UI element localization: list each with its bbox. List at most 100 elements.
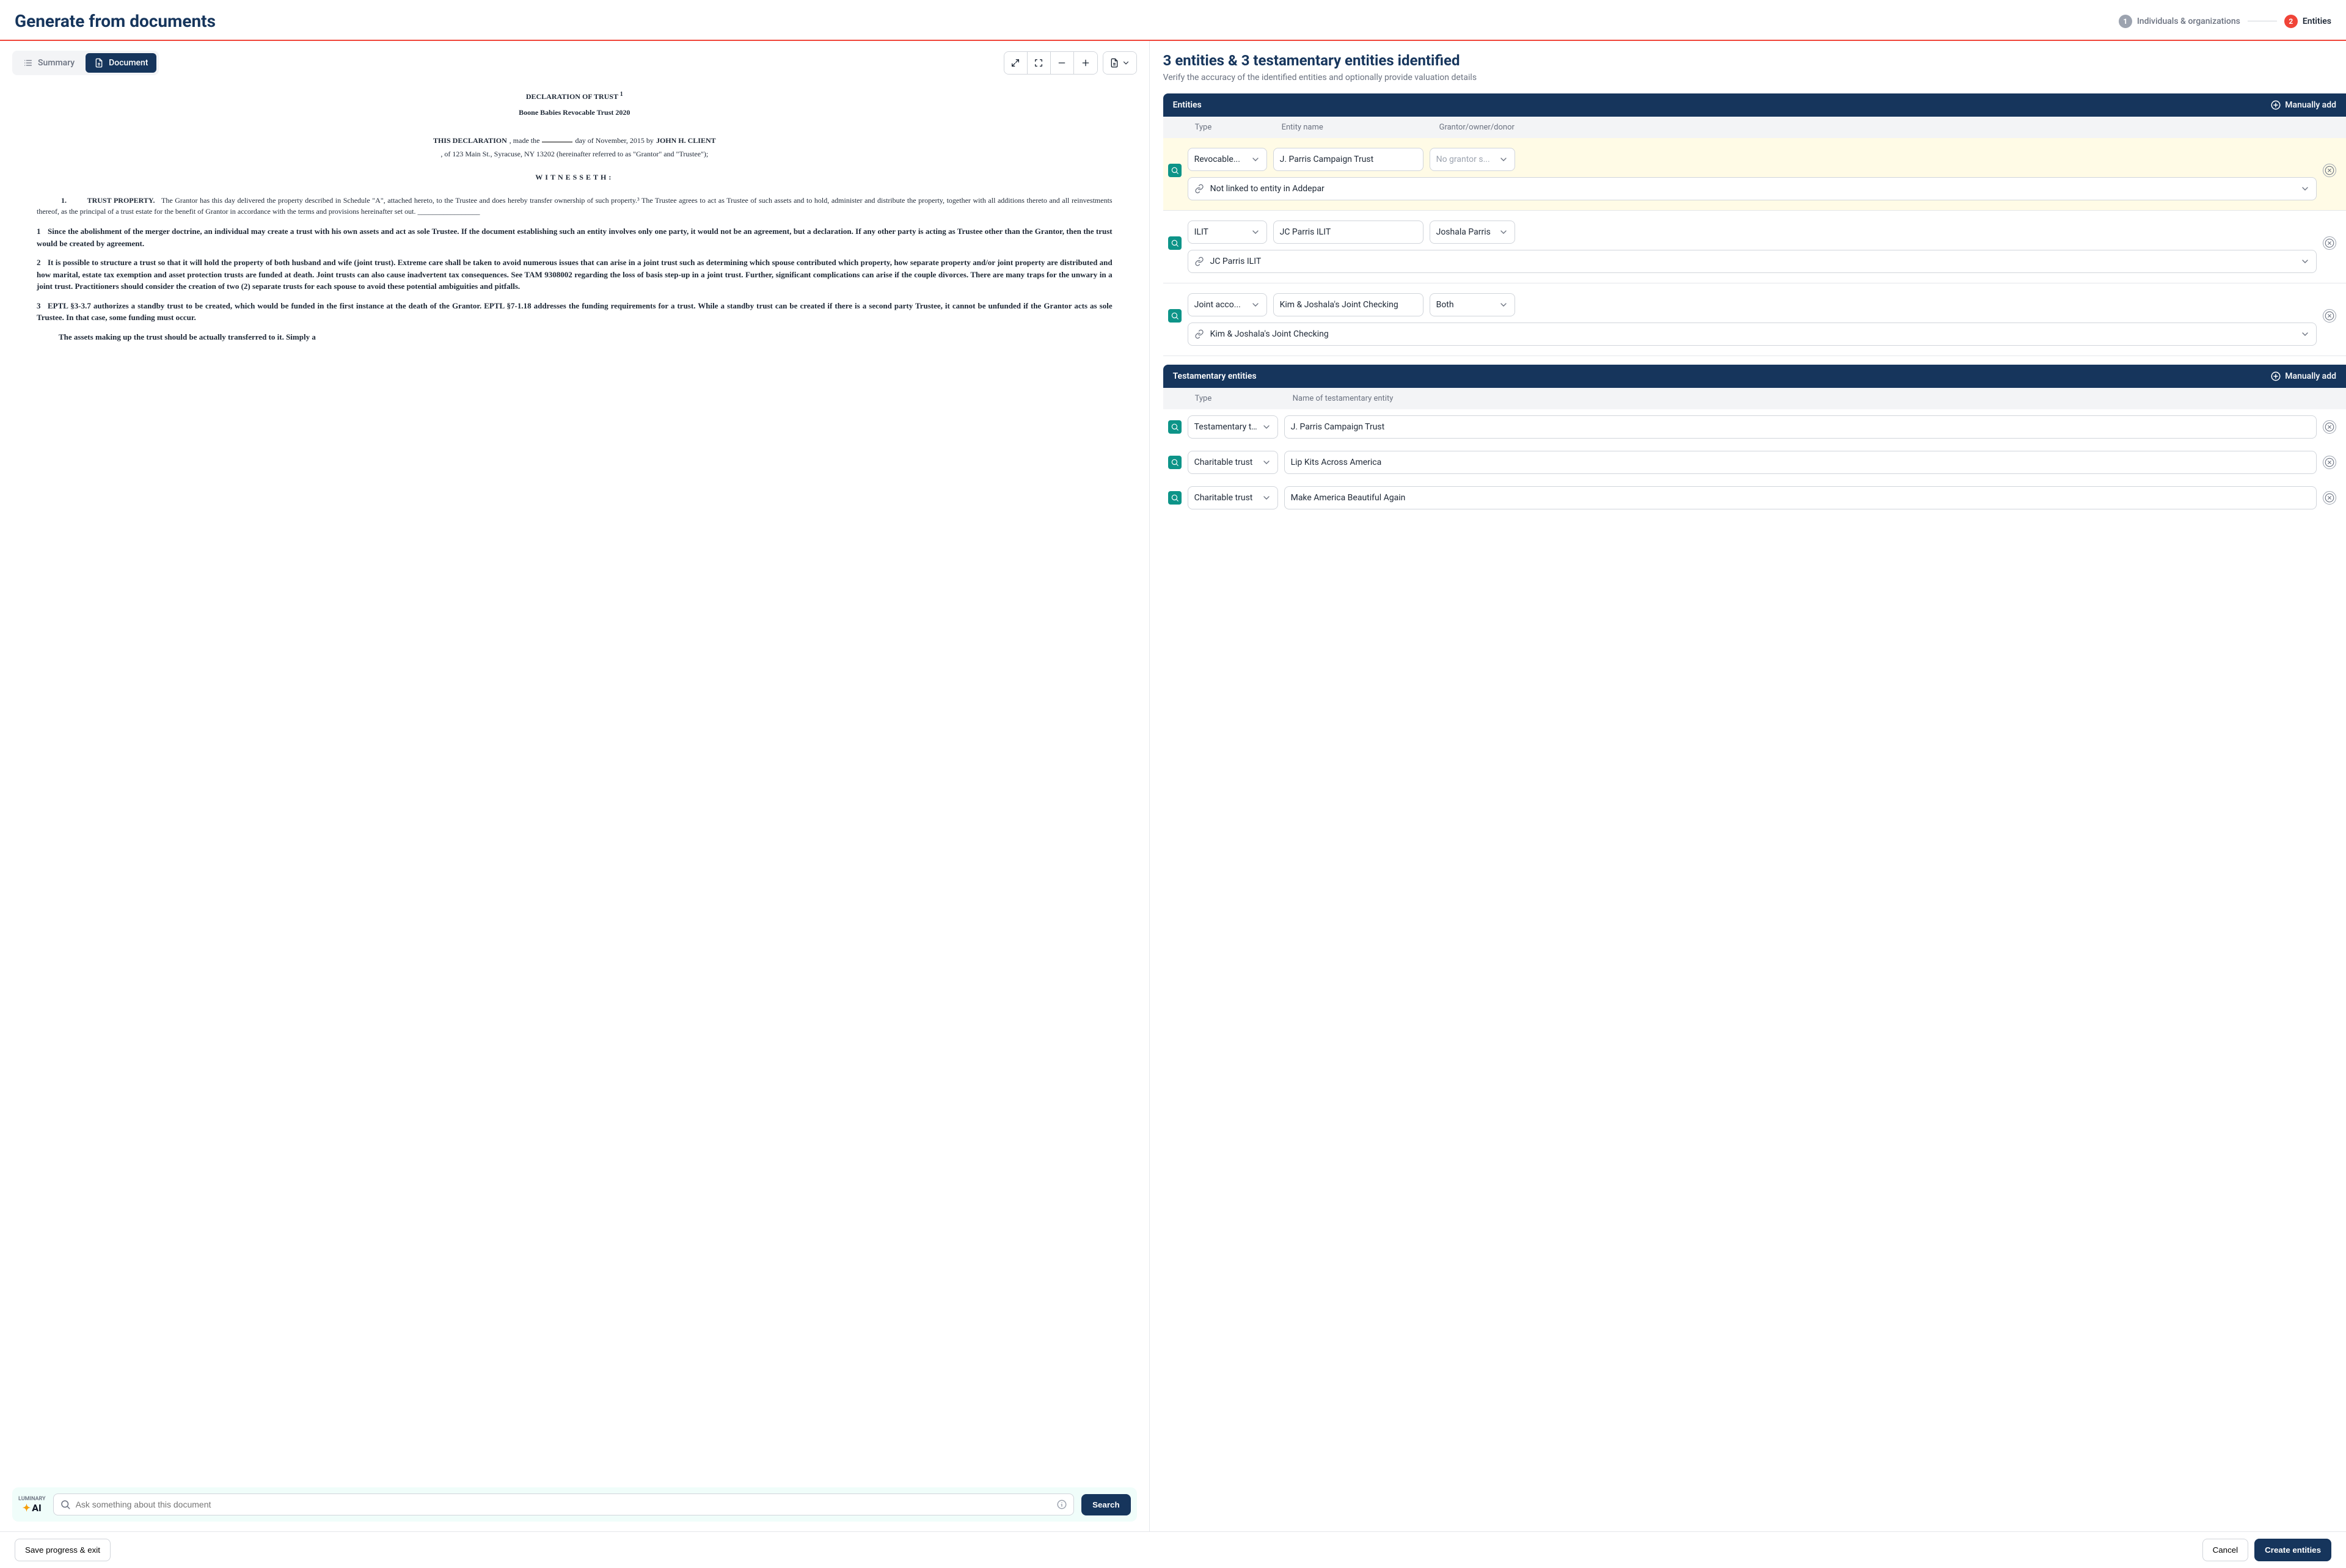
doc-tail: The assets making up the trust should be… bbox=[37, 331, 1113, 343]
row-search-button[interactable] bbox=[1168, 309, 1182, 323]
entity-delete-button[interactable] bbox=[2323, 309, 2336, 323]
document-viewer[interactable]: DECLARATION OF TRUST 1 Boone Babies Revo… bbox=[12, 86, 1137, 1480]
step-num-2: 2 bbox=[2284, 15, 2298, 28]
entity-type-select[interactable]: Joint acco... bbox=[1188, 293, 1267, 316]
tab-summary[interactable]: Summary bbox=[15, 53, 83, 73]
entity-delete-button[interactable] bbox=[2323, 164, 2336, 177]
page-title: Generate from documents bbox=[15, 11, 216, 31]
chevron-down-icon bbox=[1499, 155, 1508, 164]
x-circle-icon bbox=[2324, 310, 2335, 321]
chevron-down-icon bbox=[2300, 184, 2310, 194]
chevron-down-icon bbox=[1262, 493, 1271, 503]
doc-decl-mid: , made the bbox=[510, 135, 540, 146]
entity-type-select[interactable]: Revocable... bbox=[1188, 148, 1267, 171]
doc-decl-blank bbox=[542, 135, 572, 142]
search-icon bbox=[1171, 239, 1179, 247]
entity-type-select[interactable]: ILIT bbox=[1188, 221, 1267, 244]
expand-button[interactable] bbox=[1004, 52, 1028, 74]
search-icon bbox=[1171, 494, 1179, 502]
row-search-button[interactable] bbox=[1168, 164, 1182, 177]
zoom-in-button[interactable] bbox=[1074, 52, 1097, 74]
testamentary-manually-add[interactable]: Manually add bbox=[2270, 371, 2336, 382]
testamentary-row: Charitable trust Make America Beautiful … bbox=[1163, 480, 2346, 516]
search-icon bbox=[60, 1499, 71, 1510]
create-entities-button[interactable]: Create entities bbox=[2254, 1539, 2331, 1561]
chevron-down-icon bbox=[1499, 227, 1508, 237]
row-search-button[interactable] bbox=[1168, 236, 1182, 250]
doc-paragraph: 3EPTL §3-3.7 authorizes a standby trust … bbox=[37, 300, 1113, 324]
entity-name-input[interactable]: JC Parris ILIT bbox=[1273, 221, 1423, 244]
plus-circle-icon bbox=[2270, 100, 2281, 111]
testamentary-name-input[interactable]: J. Parris Campaign Trust bbox=[1284, 415, 2317, 439]
document-icon bbox=[94, 58, 104, 68]
info-icon[interactable] bbox=[1056, 1499, 1067, 1510]
entity-link-select[interactable]: Not linked to entity in Addepar bbox=[1188, 177, 2317, 200]
chevron-down-icon bbox=[1262, 422, 1271, 432]
testamentary-column-header: Type Name of testamentary entity bbox=[1163, 388, 2346, 409]
testamentary-section: Testamentary entities Manually add Type … bbox=[1163, 365, 2346, 516]
entity-name-input[interactable]: J. Parris Campaign Trust bbox=[1273, 148, 1423, 171]
link-icon bbox=[1194, 257, 1204, 266]
chevron-down-icon bbox=[2300, 329, 2310, 339]
tab-document[interactable]: Document bbox=[86, 53, 156, 73]
doc-paragraph: 2It is possible to structure a trust so … bbox=[37, 257, 1113, 293]
entity-row: Revocable... J. Parris Campaign Trust No… bbox=[1163, 138, 2346, 211]
entity-name-input[interactable]: Kim & Joshala's Joint Checking bbox=[1273, 293, 1423, 316]
testamentary-type-select[interactable]: Charitable trust bbox=[1188, 451, 1278, 474]
cancel-button[interactable]: Cancel bbox=[2202, 1539, 2249, 1561]
fullscreen-button[interactable] bbox=[1028, 52, 1051, 74]
zoom-out-button[interactable] bbox=[1051, 52, 1074, 74]
fullscreen-icon bbox=[1034, 58, 1043, 68]
entity-row: ILIT JC Parris ILIT Joshala Parris JC Pa… bbox=[1163, 211, 2346, 283]
chevron-down-icon bbox=[1251, 300, 1260, 310]
doc-decl-name: JOHN H. CLIENT bbox=[656, 135, 716, 146]
ai-logo: LUMINARY ✦AI bbox=[18, 1496, 46, 1514]
tab-summary-label: Summary bbox=[38, 58, 75, 68]
doc-subtitle: Boone Babies Revocable Trust 2020 bbox=[37, 107, 1113, 118]
col-type: Type bbox=[1195, 394, 1285, 403]
testamentary-name-input[interactable]: Make America Beautiful Again bbox=[1284, 486, 2317, 509]
step-individuals[interactable]: 1 Individuals & organizations bbox=[2119, 15, 2240, 28]
doc-decl-addr: , of 123 Main St., Syracuse, NY 13202 (h… bbox=[37, 148, 1113, 159]
entity-grantor-select[interactable]: Both bbox=[1430, 293, 1515, 316]
document-picker[interactable] bbox=[1103, 52, 1136, 74]
x-circle-icon bbox=[2324, 457, 2335, 468]
step-num-1: 1 bbox=[2119, 15, 2132, 28]
entity-link-select[interactable]: JC Parris ILIT bbox=[1188, 250, 2317, 273]
doc-title: DECLARATION OF TRUST bbox=[526, 92, 618, 101]
entity-grantor-select[interactable]: Joshala Parris bbox=[1430, 221, 1515, 244]
testamentary-type-select[interactable]: Testamentary tr... bbox=[1188, 415, 1278, 439]
x-circle-icon bbox=[2324, 492, 2335, 503]
doc-paragraph: 1Since the abolishment of the merger doc… bbox=[37, 225, 1113, 249]
chevron-down-icon bbox=[1262, 458, 1271, 467]
chevron-down-icon bbox=[1251, 227, 1260, 237]
link-icon bbox=[1194, 184, 1204, 194]
row-search-button[interactable] bbox=[1168, 456, 1182, 469]
testamentary-section-title: Testamentary entities bbox=[1173, 371, 1257, 381]
row-search-button[interactable] bbox=[1168, 420, 1182, 434]
entity-grantor-select[interactable]: No grantor s... bbox=[1430, 148, 1515, 171]
testamentary-type-select[interactable]: Charitable trust bbox=[1188, 486, 1278, 509]
chevron-down-icon bbox=[1499, 300, 1508, 310]
stepper: 1 Individuals & organizations 2 Entities bbox=[2119, 15, 2331, 28]
col-name: Entity name bbox=[1282, 123, 1432, 132]
testamentary-delete-button[interactable] bbox=[2323, 491, 2336, 505]
ai-search-button[interactable]: Search bbox=[1081, 1494, 1130, 1515]
testamentary-name-input[interactable]: Lip Kits Across America bbox=[1284, 451, 2317, 474]
row-search-button[interactable] bbox=[1168, 491, 1182, 505]
ai-search-input[interactable] bbox=[76, 1500, 1057, 1509]
testamentary-delete-button[interactable] bbox=[2323, 456, 2336, 469]
entity-delete-button[interactable] bbox=[2323, 236, 2336, 250]
entities-subhead: Verify the accuracy of the identified en… bbox=[1163, 73, 2346, 82]
testamentary-delete-button[interactable] bbox=[2323, 420, 2336, 434]
testamentary-manually-add-label: Manually add bbox=[2285, 371, 2336, 381]
step-entities[interactable]: 2 Entities bbox=[2284, 15, 2331, 28]
entity-row: Joint acco... Kim & Joshala's Joint Chec… bbox=[1163, 283, 2346, 356]
col-type: Type bbox=[1195, 123, 1274, 132]
entities-manually-add[interactable]: Manually add bbox=[2270, 100, 2336, 111]
x-circle-icon bbox=[2324, 238, 2335, 249]
save-progress-button[interactable]: Save progress & exit bbox=[15, 1539, 111, 1561]
entity-link-select[interactable]: Kim & Joshala's Joint Checking bbox=[1188, 323, 2317, 346]
tab-document-label: Document bbox=[109, 58, 148, 68]
doc-title-sup: 1 bbox=[620, 91, 623, 98]
